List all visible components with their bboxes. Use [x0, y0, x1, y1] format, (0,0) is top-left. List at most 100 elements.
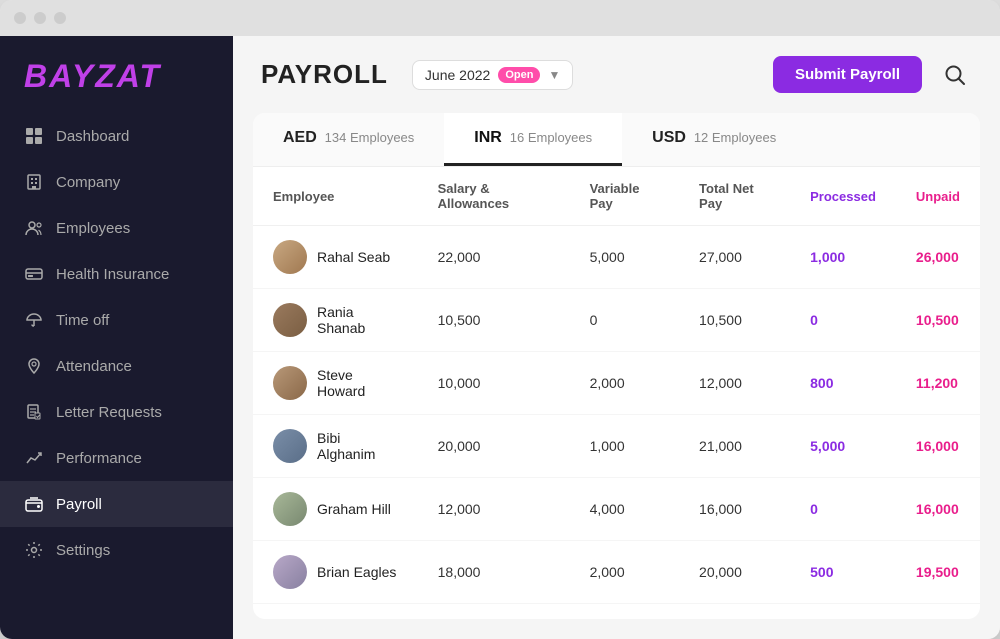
- sidebar-item-company[interactable]: Company: [0, 159, 233, 205]
- status-badge: Open: [498, 67, 540, 83]
- employee-info-0: Rahal Seab: [273, 240, 398, 274]
- unpaid-cell-0: 26,000: [896, 226, 980, 289]
- total-cell-5: 20,000: [679, 541, 790, 604]
- avatar-4: [273, 492, 307, 526]
- avatar-5: [273, 555, 307, 589]
- sidebar-item-employees[interactable]: Employees: [0, 205, 233, 251]
- sidebar-item-performance[interactable]: Performance: [0, 435, 233, 481]
- variable-cell-4: 4,000: [570, 478, 679, 541]
- processed-cell-5: 500: [790, 541, 896, 604]
- employee-cell-1: Rania Shanab: [253, 289, 418, 352]
- total-cell-0: 27,000: [679, 226, 790, 289]
- variable-cell-5: 2,000: [570, 541, 679, 604]
- sidebar-label-health-insurance: Health Insurance: [56, 266, 209, 283]
- sidebar-label-payroll: Payroll: [56, 496, 209, 513]
- total-cell-3: 21,000: [679, 415, 790, 478]
- logo-area: BAYZAT: [0, 36, 233, 113]
- employee-name-0: Rahal Seab: [317, 249, 390, 265]
- chevron-down-icon: ▼: [548, 68, 560, 82]
- employee-name-3: Bibi Alghanim: [317, 430, 398, 462]
- app-window: BAYZAT Dashboard: [0, 0, 1000, 639]
- sidebar-item-health-insurance[interactable]: Health Insurance: [0, 251, 233, 297]
- logo: BAYZAT: [24, 58, 209, 95]
- salary-cell-3: 20,000: [418, 415, 570, 478]
- processed-cell-3: 5,000: [790, 415, 896, 478]
- sidebar-item-payroll[interactable]: Payroll: [0, 481, 233, 527]
- sidebar-label-employees: Employees: [56, 220, 209, 237]
- table-row: Rahal Seab 22,000 5,000 27,000 1,000 26,…: [253, 226, 980, 289]
- sidebar-item-letter-requests[interactable]: Letter Requests: [0, 389, 233, 435]
- unpaid-cell-4: 16,000: [896, 478, 980, 541]
- currency-tabs: AED 134 Employees INR 16 Employees USD 1…: [253, 113, 980, 167]
- sidebar-label-time-off: Time off: [56, 312, 209, 329]
- salary-cell-1: 10,500: [418, 289, 570, 352]
- table-row: Rania Shanab 10,500 0 10,500 0 10,500: [253, 289, 980, 352]
- employee-cell-2: Steve Howard: [253, 352, 418, 415]
- minimize-dot: [34, 12, 46, 24]
- employee-cell-5: Brian Eagles: [253, 541, 418, 604]
- employee-name-4: Graham Hill: [317, 501, 391, 517]
- unpaid-cell-5: 19,500: [896, 541, 980, 604]
- search-button[interactable]: [938, 58, 972, 92]
- employee-info-5: Brian Eagles: [273, 555, 398, 589]
- total-cell-4: 16,000: [679, 478, 790, 541]
- currency-count-aed: 134 Employees: [325, 130, 415, 145]
- sidebar-label-letter-requests: Letter Requests: [56, 404, 209, 421]
- table-header: Employee Salary & Allowances Variable Pa…: [253, 167, 980, 226]
- wallet-icon: [24, 494, 44, 514]
- currency-code-aed: AED: [283, 129, 317, 146]
- main-content: PAYROLL June 2022 Open ▼ Submit Payroll: [233, 36, 1000, 639]
- col-processed: Processed: [790, 167, 896, 226]
- employee-name-2: Steve Howard: [317, 367, 398, 399]
- table-row: Steve Howard 10,000 2,000 12,000 800 11,…: [253, 352, 980, 415]
- processed-cell-2: 800: [790, 352, 896, 415]
- employee-cell-4: Graham Hill: [253, 478, 418, 541]
- location-icon: [24, 356, 44, 376]
- variable-cell-0: 5,000: [570, 226, 679, 289]
- sidebar-label-performance: Performance: [56, 450, 209, 467]
- employee-info-2: Steve Howard: [273, 366, 398, 400]
- col-unpaid: Unpaid: [896, 167, 980, 226]
- col-salary: Salary & Allowances: [418, 167, 570, 226]
- employee-name-5: Brian Eagles: [317, 564, 396, 580]
- sidebar-item-attendance[interactable]: Attendance: [0, 343, 233, 389]
- period-selector[interactable]: June 2022 Open ▼: [412, 60, 573, 90]
- employee-cell-0: Rahal Seab: [253, 226, 418, 289]
- processed-cell-4: 0: [790, 478, 896, 541]
- submit-payroll-button[interactable]: Submit Payroll: [773, 56, 922, 93]
- titlebar: [0, 0, 1000, 36]
- period-text: June 2022: [425, 67, 490, 83]
- sidebar-label-dashboard: Dashboard: [56, 128, 209, 145]
- table-row: Brian Eagles 18,000 2,000 20,000 500 19,…: [253, 541, 980, 604]
- nav-menu: Dashboard Company: [0, 113, 233, 629]
- top-bar: PAYROLL June 2022 Open ▼ Submit Payroll: [233, 36, 1000, 113]
- employee-info-3: Bibi Alghanim: [273, 429, 398, 463]
- umbrella-icon: [24, 310, 44, 330]
- sidebar-item-settings[interactable]: Settings: [0, 527, 233, 573]
- app-body: BAYZAT Dashboard: [0, 36, 1000, 639]
- currency-code-inr: INR: [474, 129, 502, 146]
- tab-inr[interactable]: INR 16 Employees: [444, 113, 622, 166]
- table-row: Bibi Alghanim 20,000 1,000 21,000 5,000 …: [253, 415, 980, 478]
- processed-cell-0: 1,000: [790, 226, 896, 289]
- payroll-table-area: AED 134 Employees INR 16 Employees USD 1…: [253, 113, 980, 619]
- col-employee: Employee: [253, 167, 418, 226]
- maximize-dot: [54, 12, 66, 24]
- variable-cell-2: 2,000: [570, 352, 679, 415]
- employee-info-1: Rania Shanab: [273, 303, 398, 337]
- unpaid-cell-2: 11,200: [896, 352, 980, 415]
- sidebar-item-dashboard[interactable]: Dashboard: [0, 113, 233, 159]
- gear-icon: [24, 540, 44, 560]
- processed-cell-1: 0: [790, 289, 896, 352]
- salary-cell-2: 10,000: [418, 352, 570, 415]
- sidebar-label-company: Company: [56, 174, 209, 191]
- currency-count-usd: 12 Employees: [694, 130, 776, 145]
- tab-aed[interactable]: AED 134 Employees: [253, 113, 444, 166]
- avatar-1: [273, 303, 307, 337]
- sidebar-label-attendance: Attendance: [56, 358, 209, 375]
- variable-cell-1: 0: [570, 289, 679, 352]
- sidebar-item-time-off[interactable]: Time off: [0, 297, 233, 343]
- col-variable: Variable Pay: [570, 167, 679, 226]
- tab-usd[interactable]: USD 12 Employees: [622, 113, 806, 166]
- sidebar-label-settings: Settings: [56, 542, 209, 559]
